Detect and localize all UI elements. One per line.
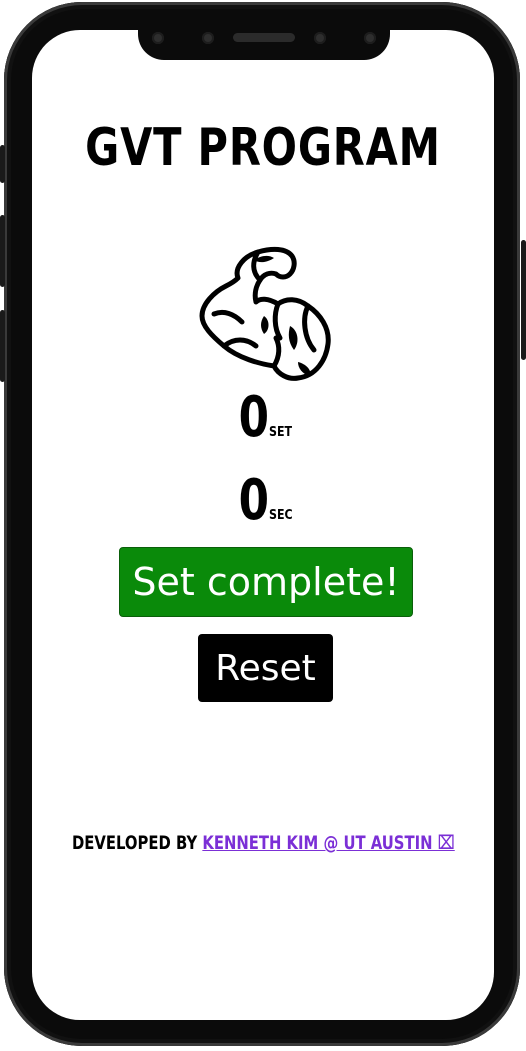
set-count-unit: SET [268,425,292,440]
side-button [0,145,5,183]
set-counter: 0SET [0,385,526,450]
seconds-counter: 0SEC [0,468,526,533]
seconds-unit: SEC [268,508,293,523]
notch [138,18,390,60]
flexed-biceps-icon [199,246,331,381]
footer-credit: DEVELOPED BY KENNETH KIM @ UT AUSTIN ⌧ [0,832,526,854]
sensor-dot [152,32,164,44]
page-title: GVT PROGRAM [85,118,441,178]
side-button [521,240,526,360]
side-button [0,310,5,382]
sensor-dot [314,32,326,44]
author-link[interactable]: KENNETH KIM @ UT AUSTIN ⌧ [202,832,454,854]
set-complete-button[interactable]: Set complete! [119,547,413,617]
set-count-value: 0 [238,385,269,450]
footer-prefix: DEVELOPED BY [71,832,197,854]
speaker-grille [233,33,295,42]
front-camera [364,32,376,44]
side-button [0,215,5,287]
seconds-value: 0 [238,468,269,533]
reset-button[interactable]: Reset [198,634,333,702]
sensor-dot [202,32,214,44]
